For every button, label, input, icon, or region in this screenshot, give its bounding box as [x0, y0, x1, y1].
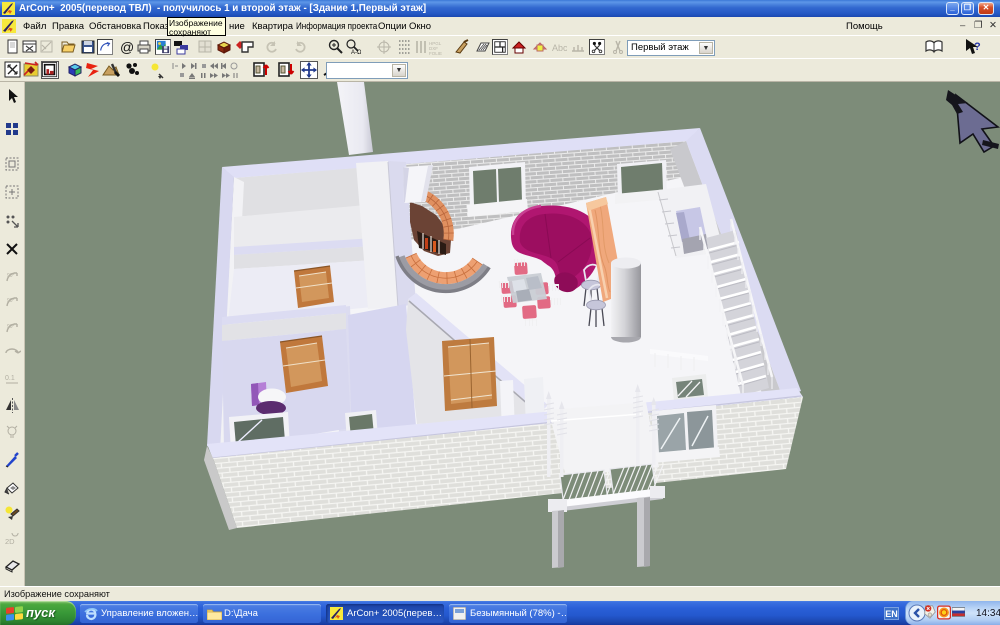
svg-text:?: ? [974, 41, 981, 53]
svg-text:FOLIE: FOLIE [429, 51, 442, 55]
svg-text:@: @ [120, 39, 134, 55]
svg-text:0.1: 0.1 [5, 375, 15, 382]
svg-text:A-Ω: A-Ω [351, 50, 361, 55]
svg-text:Abc: Abc [552, 43, 567, 53]
svg-text:2D: 2D [5, 537, 15, 546]
svg-text:90°: 90° [7, 273, 15, 279]
svg-text:90°: 90° [7, 298, 15, 304]
svg-text:90°: 90° [7, 324, 15, 330]
